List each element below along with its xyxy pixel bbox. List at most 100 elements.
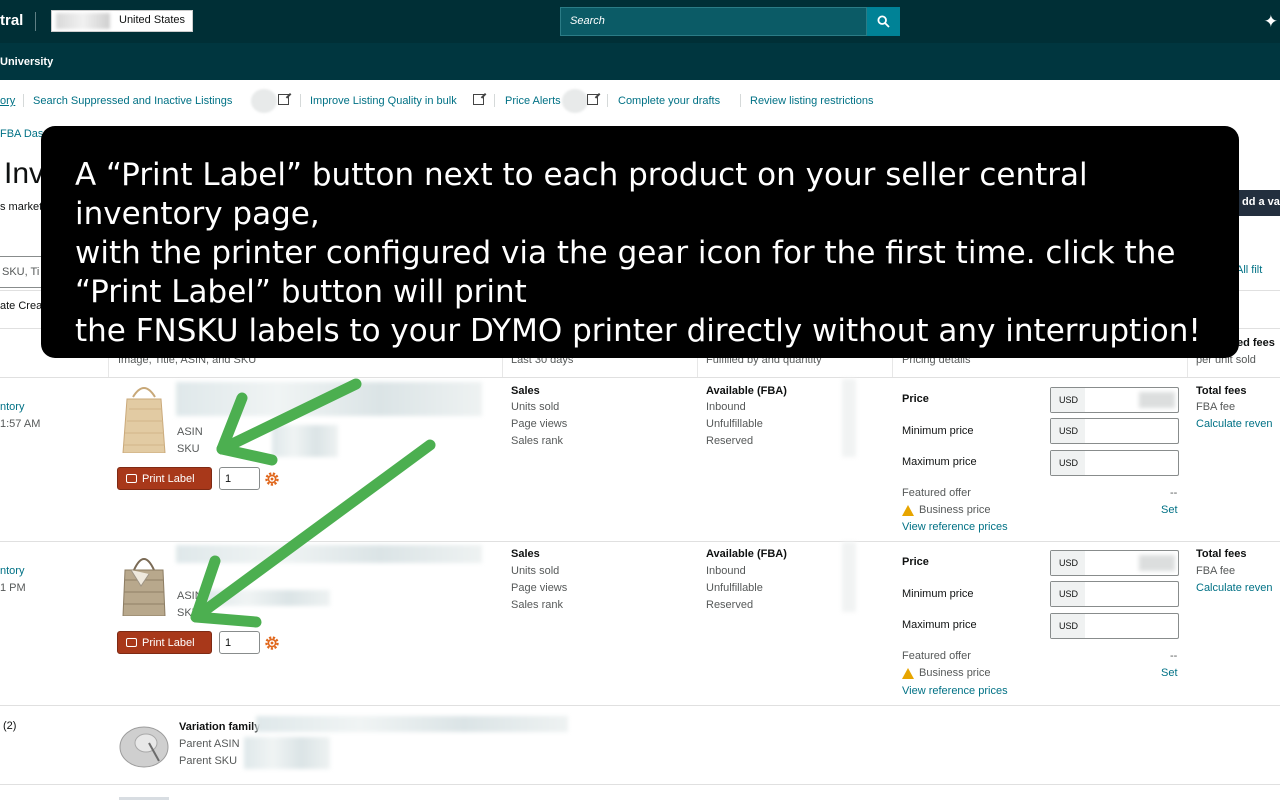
sparkle-icon[interactable]: ✦	[1264, 12, 1278, 32]
total-fees-heading: Total fees	[1196, 385, 1247, 397]
featured-offer-value: --	[1170, 650, 1178, 662]
available-fba-heading: Available (FBA)	[706, 385, 787, 397]
variation-family-title: Variation family	[179, 721, 261, 733]
marketplace-label: United States	[119, 14, 186, 26]
redacted-asin-sku	[206, 590, 330, 606]
tutorial-line-2: with the printer configured via the gear…	[75, 235, 1176, 310]
product-thumbnail-hat[interactable]	[119, 721, 169, 769]
label-quantity-input[interactable]: 1	[219, 631, 260, 654]
calculate-revenue-link[interactable]: Calculate reven	[1196, 418, 1272, 430]
table-row: ntory 1 PM ASIN SKU Print Label 1 Sales …	[0, 542, 1280, 706]
redacted-price	[1139, 392, 1175, 408]
view-reference-prices-link[interactable]: View reference prices	[902, 521, 1008, 533]
price-label: Price	[902, 393, 929, 405]
minimum-price-input[interactable]: USD	[1050, 418, 1179, 444]
all-filters-link[interactable]: All filt	[1236, 264, 1262, 276]
set-business-price-link[interactable]: Set	[1161, 667, 1178, 679]
external-link-icon	[473, 94, 484, 105]
print-label-button[interactable]: Print Label	[117, 467, 212, 490]
unfulfillable-label: Unfulfillable	[706, 418, 763, 430]
redacted-account-name	[56, 13, 110, 29]
tutorial-line-3: the FNSKU labels to your DYMO printer di…	[75, 313, 1201, 349]
minimum-price-input[interactable]: USD	[1050, 581, 1179, 607]
fba-dashboard-link[interactable]: FBA Das	[0, 128, 43, 140]
page-title: Inv	[4, 157, 45, 190]
date-created-sort[interactable]: ate Crea	[0, 300, 42, 312]
printer-icon	[126, 638, 137, 647]
redacted-asin-sku	[272, 425, 338, 457]
minimum-price-label: Minimum price	[902, 588, 974, 600]
table-row: ntory 1:57 AM ASIN SKU Print Label 1 Sal…	[0, 379, 1280, 542]
tutorial-callout: A “Print Label” button next to each prod…	[41, 126, 1239, 358]
search-icon	[877, 15, 890, 28]
inventory-link[interactable]: ory	[0, 95, 15, 107]
price-label: Price	[902, 556, 929, 568]
price-input[interactable]: USD	[1050, 387, 1179, 413]
price-input[interactable]: USD	[1050, 550, 1179, 576]
link-divider	[607, 94, 608, 107]
unfulfillable-label: Unfulfillable	[706, 582, 763, 594]
fba-fee-label: FBA fee	[1196, 565, 1236, 577]
currency-tag: USD	[1051, 582, 1085, 606]
currency-tag: USD	[1051, 614, 1085, 638]
gear-icon[interactable]	[263, 470, 281, 488]
product-thumbnail-bag[interactable]	[119, 383, 169, 453]
university-link[interactable]: University	[0, 56, 53, 68]
print-label-text: Print Label	[142, 472, 195, 485]
asin-label: ASIN	[177, 426, 203, 438]
gear-icon[interactable]	[263, 634, 281, 652]
link-divider	[300, 94, 301, 107]
warning-icon	[902, 505, 914, 516]
maximum-price-input[interactable]: USD	[1050, 613, 1179, 639]
redacted-price	[1139, 555, 1175, 571]
sales-rank-label: Sales rank	[511, 435, 563, 447]
listing-date: 1 PM	[0, 582, 26, 594]
listing-quality-link[interactable]: Improve Listing Quality in bulk	[310, 95, 457, 107]
maximum-price-label: Maximum price	[902, 456, 977, 468]
sales-heading: Sales	[511, 548, 540, 560]
product-thumbnail-bag[interactable]	[119, 546, 169, 616]
sku-search-placeholder: SKU, Ti	[2, 266, 40, 278]
tutorial-text: A “Print Label” button next to each prod…	[75, 156, 1235, 351]
reserved-label: Reserved	[706, 435, 754, 447]
listing-status-link[interactable]: ntory	[0, 565, 24, 577]
asin-label: ASIN	[177, 590, 203, 602]
featured-offer-label: Featured offer	[902, 487, 971, 499]
redacted-product-title	[176, 382, 482, 416]
add-variation-button[interactable]: dd a var	[1238, 190, 1280, 216]
set-business-price-link[interactable]: Set	[1161, 504, 1178, 516]
featured-offer-value: --	[1170, 487, 1178, 499]
maximum-price-input[interactable]: USD	[1050, 450, 1179, 476]
price-alerts-link[interactable]: Price Alerts	[505, 95, 561, 107]
listing-status-link[interactable]: ntory	[0, 401, 24, 413]
suppressed-listings-link[interactable]: Search Suppressed and Inactive Listings	[33, 95, 232, 107]
global-search-input[interactable]: Search	[560, 7, 867, 36]
redacted-quantity	[842, 542, 856, 612]
brand-divider	[35, 12, 36, 31]
marketplace-subtitle: s market	[0, 201, 43, 213]
print-label-button[interactable]: Print Label	[117, 631, 212, 654]
column-fees-title: ed fees	[1237, 337, 1275, 349]
units-sold-label: Units sold	[511, 401, 560, 413]
search-button[interactable]	[867, 7, 900, 36]
inbound-label: Inbound	[706, 401, 746, 413]
redacted-product-title	[176, 545, 482, 563]
view-reference-prices-link[interactable]: View reference prices	[902, 685, 1008, 697]
redacted-quantity	[842, 379, 856, 457]
complete-drafts-link[interactable]: Complete your drafts	[618, 95, 720, 107]
secondary-navigation-bar: University	[0, 43, 1280, 80]
listing-date: 1:57 AM	[0, 418, 41, 430]
sales-rank-label: Sales rank	[511, 599, 563, 611]
tutorial-line-1: A “Print Label” button next to each prod…	[75, 157, 1088, 232]
print-label-text: Print Label	[142, 636, 195, 649]
sku-label: SKU	[177, 443, 200, 455]
minimum-price-label: Minimum price	[902, 425, 974, 437]
variation-count[interactable]: (2)	[3, 720, 16, 732]
redacted-badge	[562, 89, 588, 113]
label-quantity-input[interactable]: 1	[219, 467, 260, 490]
review-restrictions-link[interactable]: Review listing restrictions	[750, 95, 873, 107]
marketplace-selector[interactable]: United States	[51, 10, 193, 32]
sku-label: SKU	[177, 607, 200, 619]
calculate-revenue-link[interactable]: Calculate reven	[1196, 582, 1272, 594]
brand-logo-text[interactable]: tral	[0, 12, 23, 29]
